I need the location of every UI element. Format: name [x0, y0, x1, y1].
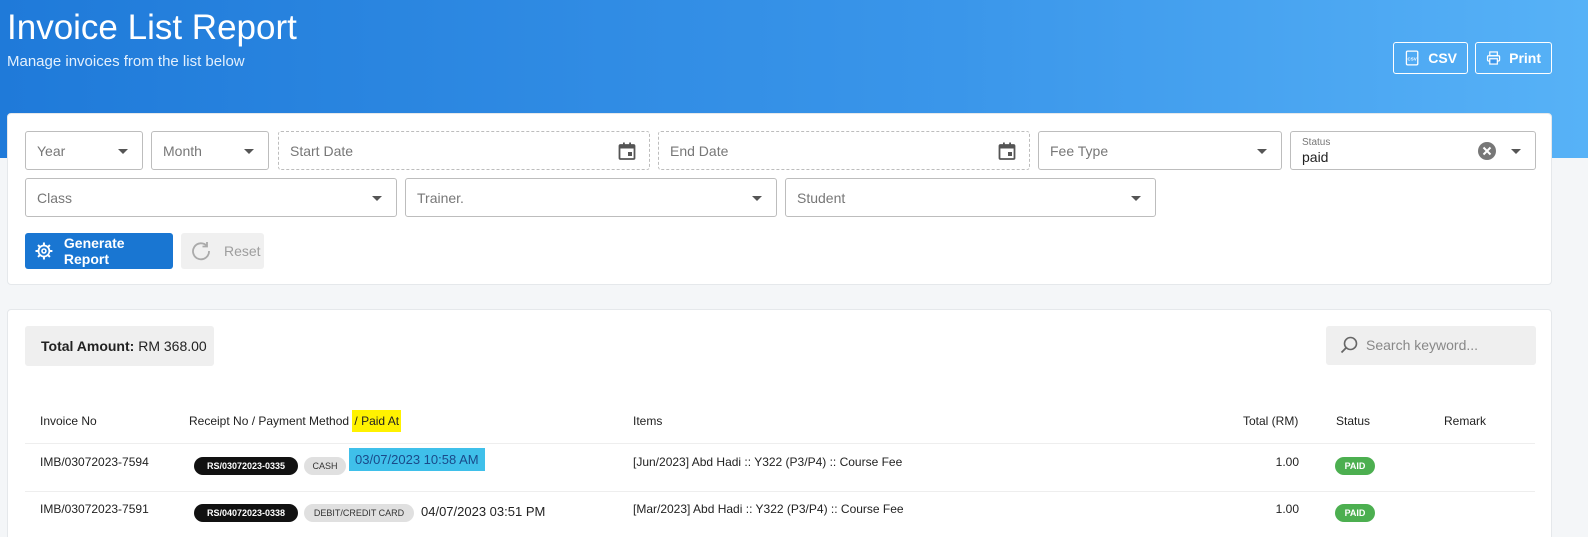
trainer-select[interactable]: Trainer. [405, 178, 777, 217]
class-placeholder: Class [37, 190, 73, 206]
trainer-placeholder: Trainer. [417, 190, 464, 206]
calendar-icon[interactable] [997, 141, 1017, 161]
generate-report-label: Generate Report [63, 235, 125, 267]
total-amount: Total Amount: RM 368.00 [25, 326, 214, 366]
generate-report-button[interactable]: Generate Report [25, 233, 173, 269]
results-panel: Total Amount: RM 368.00 Invoice No Recei… [7, 309, 1552, 537]
receipt-badge: RS/03072023-0335 [194, 457, 298, 475]
col-invoice-no: Invoice No [40, 414, 97, 428]
search-icon [1340, 336, 1358, 354]
page-subtitle: Manage invoices from the list below [7, 53, 245, 70]
paid-at: 03/07/2023 10:58 AM [349, 448, 485, 471]
col-receipt: Receipt No / Payment Method / Paid At [189, 410, 402, 432]
col-receipt-label: Receipt No / Payment Method [189, 414, 350, 428]
page-title: Invoice List Report [7, 8, 297, 47]
year-select[interactable]: Year [25, 131, 143, 170]
gear-icon [35, 242, 53, 260]
csv-button-label: CSV [1428, 50, 1457, 66]
chevron-down-icon [1257, 149, 1267, 154]
end-date-placeholder: End Date [670, 143, 729, 159]
print-button[interactable]: Print [1475, 42, 1552, 74]
student-placeholder: Student [797, 190, 846, 206]
reset-label: Reset [224, 243, 261, 259]
fee-type-placeholder: Fee Type [1050, 143, 1109, 159]
status-select[interactable]: Status paid [1290, 131, 1536, 170]
row-divider [25, 491, 1535, 492]
year-placeholder: Year [37, 143, 66, 159]
status-label: Status [1302, 137, 1331, 148]
col-remark: Remark [1444, 414, 1487, 428]
reset-button[interactable]: Reset [181, 233, 264, 269]
payment-method-badge: DEBIT/CREDIT CARD [304, 504, 414, 522]
total-amount-value: RM 368.00 [138, 338, 207, 354]
status-badge: PAID [1335, 504, 1375, 522]
chevron-down-icon [1511, 149, 1521, 154]
csv-button[interactable]: CSV CSV [1393, 42, 1468, 74]
fee-type-select[interactable]: Fee Type [1038, 131, 1282, 170]
end-date-field[interactable]: End Date [658, 131, 1030, 170]
calendar-icon[interactable] [617, 141, 637, 161]
receipt-badge: RS/04072023-0338 [194, 504, 298, 522]
chevron-down-icon [244, 149, 254, 154]
status-badge: PAID [1335, 457, 1375, 475]
col-total: Total (RM) [1243, 414, 1299, 428]
payment-method-badge: CASH [304, 457, 346, 475]
paid-at: 04/07/2023 03:51 PM [421, 504, 546, 519]
total-amount-label: Total Amount: [41, 338, 135, 354]
chevron-down-icon [752, 196, 762, 201]
class-select[interactable]: Class [25, 178, 397, 217]
student-select[interactable]: Student [785, 178, 1156, 217]
month-select[interactable]: Month [151, 131, 269, 170]
refresh-icon [192, 242, 210, 261]
clear-icon[interactable] [1477, 141, 1497, 161]
total: 1.00 [1275, 502, 1299, 516]
chevron-down-icon [372, 196, 382, 201]
invoice-no: IMB/03072023-7591 [40, 502, 149, 516]
chevron-down-icon [1131, 196, 1141, 201]
col-paid-at-highlight: / Paid At [352, 410, 402, 432]
items: [Mar/2023] Abd Hadi :: Y322 (P3/P4) :: C… [633, 502, 904, 516]
filter-panel: Year Month Start Date End Date Fee Type … [7, 113, 1552, 285]
invoice-no: IMB/03072023-7594 [40, 455, 149, 469]
col-items: Items [633, 414, 663, 428]
printer-icon [1486, 51, 1501, 65]
month-placeholder: Month [163, 143, 202, 159]
svg-text:CSV: CSV [1408, 56, 1417, 61]
total: 1.00 [1275, 455, 1299, 469]
search-box [1326, 326, 1536, 365]
chevron-down-icon [118, 149, 128, 154]
print-button-label: Print [1509, 50, 1541, 66]
start-date-placeholder: Start Date [290, 143, 354, 159]
search-input[interactable] [1366, 334, 1526, 356]
csv-file-icon: CSV [1405, 50, 1419, 66]
col-status: Status [1336, 414, 1371, 428]
start-date-field[interactable]: Start Date [278, 131, 650, 170]
status-value: paid [1302, 149, 1329, 165]
items: [Jun/2023] Abd Hadi :: Y322 (P3/P4) :: C… [633, 455, 903, 469]
header-divider [25, 443, 1535, 444]
